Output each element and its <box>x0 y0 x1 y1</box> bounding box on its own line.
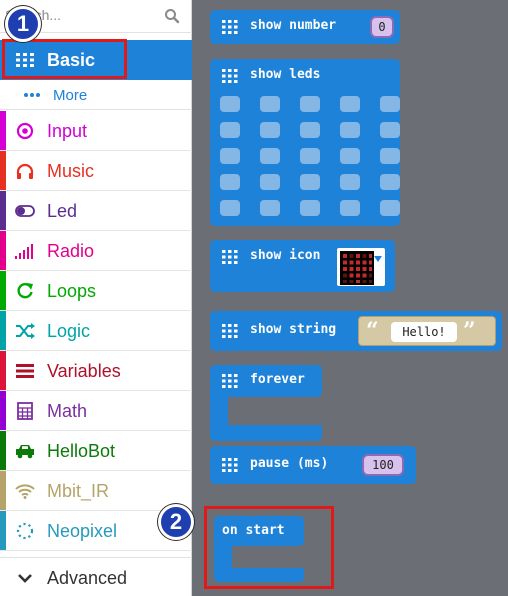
close-quote-icon: ” <box>463 318 476 344</box>
led-cell[interactable] <box>260 122 280 138</box>
grid-icon <box>222 324 238 338</box>
show-number-block[interactable]: show number 0 <box>210 10 400 44</box>
led-cell[interactable] <box>380 96 400 112</box>
headphones-icon <box>15 162 35 180</box>
open-quote-icon: “ <box>366 318 379 344</box>
wifi-icon <box>15 482 35 500</box>
led-cell[interactable] <box>300 200 320 216</box>
highlight-on-start-box <box>204 506 334 589</box>
block-label: show icon <box>250 248 321 263</box>
led-cell[interactable] <box>300 174 320 190</box>
block-label: show number <box>250 18 337 33</box>
more-dots-icon <box>22 86 42 104</box>
show-leds-block[interactable]: show leds <box>210 59 400 226</box>
led-cell[interactable] <box>380 200 400 216</box>
category-label: Neopixel <box>47 521 118 541</box>
shuffle-icon <box>15 322 35 340</box>
category-label: Logic <box>47 321 91 341</box>
toolbox-sidebar: Search... Basic More Input <box>0 0 192 596</box>
led-cell[interactable] <box>300 96 320 112</box>
forever-block-foot <box>210 425 322 441</box>
block-label: pause (ms) <box>250 456 329 471</box>
category-label: Loops <box>47 281 97 301</box>
led-cell[interactable] <box>380 174 400 190</box>
led-heart-icon <box>343 254 372 283</box>
led-cell[interactable] <box>340 148 360 164</box>
category-led[interactable]: Led <box>0 191 192 231</box>
led-cell[interactable] <box>380 122 400 138</box>
led-cell[interactable] <box>340 200 360 216</box>
led-cell[interactable] <box>340 122 360 138</box>
string-block[interactable]: “ Hello! ” <box>358 316 496 346</box>
show-icon-block[interactable]: show icon <box>210 240 395 292</box>
led-cell[interactable] <box>300 122 320 138</box>
led-cell[interactable] <box>300 148 320 164</box>
category-label: Advanced <box>47 568 128 588</box>
category-label: Input <box>47 121 88 141</box>
led-cell[interactable] <box>220 148 240 164</box>
category-math[interactable]: Math <box>0 391 192 431</box>
led-cell[interactable] <box>260 96 280 112</box>
grid-icon <box>222 458 238 472</box>
led-cell[interactable] <box>220 96 240 112</box>
category-label: Math <box>47 401 88 421</box>
search-icon[interactable] <box>164 8 180 24</box>
icon-picker[interactable] <box>335 246 387 288</box>
led-cell[interactable] <box>220 174 240 190</box>
led-cell[interactable] <box>340 96 360 112</box>
led-cell[interactable] <box>260 148 280 164</box>
pause-block[interactable]: pause (ms) 100 <box>210 446 416 484</box>
category-variables[interactable]: Variables <box>0 351 192 391</box>
category-more[interactable]: More <box>0 80 192 110</box>
grid-icon <box>222 20 238 34</box>
step-badge-2: 2 <box>158 504 194 540</box>
block-label: show string <box>250 322 337 337</box>
category-label: More <box>53 87 88 104</box>
led-grid <box>214 94 400 219</box>
led-cell[interactable] <box>220 122 240 138</box>
block-label: show leds <box>250 67 321 82</box>
grid-icon <box>222 69 238 83</box>
chevron-down-icon <box>15 569 35 587</box>
led-cell[interactable] <box>220 200 240 216</box>
signal-bars-icon <box>15 242 35 260</box>
category-label: Radio <box>47 241 95 261</box>
string-input[interactable]: Hello! <box>391 322 457 342</box>
pause-input[interactable]: 100 <box>362 454 404 476</box>
calculator-icon <box>15 402 35 420</box>
category-loops[interactable]: Loops <box>0 271 192 311</box>
category-radio[interactable]: Radio <box>0 231 192 271</box>
led-cell[interactable] <box>340 174 360 190</box>
toggle-icon <box>15 202 35 220</box>
category-label: Music <box>47 161 95 181</box>
dropdown-arrow-icon[interactable] <box>374 256 382 262</box>
grid-icon <box>222 250 238 264</box>
category-label: Led <box>47 201 78 221</box>
car-icon <box>15 442 35 460</box>
lines-icon <box>15 362 35 380</box>
target-icon <box>15 122 35 140</box>
category-logic[interactable]: Logic <box>0 311 192 351</box>
led-cell[interactable] <box>260 174 280 190</box>
category-label: Mbit_IR <box>47 481 110 501</box>
highlight-basic-box <box>2 39 127 79</box>
step-badge-1: 1 <box>5 6 41 42</box>
number-input[interactable]: 0 <box>370 16 394 38</box>
category-hellobot[interactable]: HelloBot <box>0 431 192 471</box>
led-cell[interactable] <box>260 200 280 216</box>
refresh-icon <box>15 282 35 300</box>
led-cell[interactable] <box>380 148 400 164</box>
category-input[interactable]: Input <box>0 111 192 151</box>
category-label: Variables <box>47 361 121 381</box>
icon-preview <box>340 251 374 285</box>
category-music[interactable]: Music <box>0 151 192 191</box>
category-advanced[interactable]: Advanced <box>0 557 192 596</box>
block-label: forever <box>250 372 305 387</box>
grid-icon <box>222 374 238 388</box>
category-label: HelloBot <box>47 441 116 461</box>
show-string-block[interactable]: show string “ Hello! ” <box>210 311 502 351</box>
category-mbit-ir[interactable]: Mbit_IR <box>0 471 192 511</box>
dotted-circle-icon <box>15 522 35 540</box>
